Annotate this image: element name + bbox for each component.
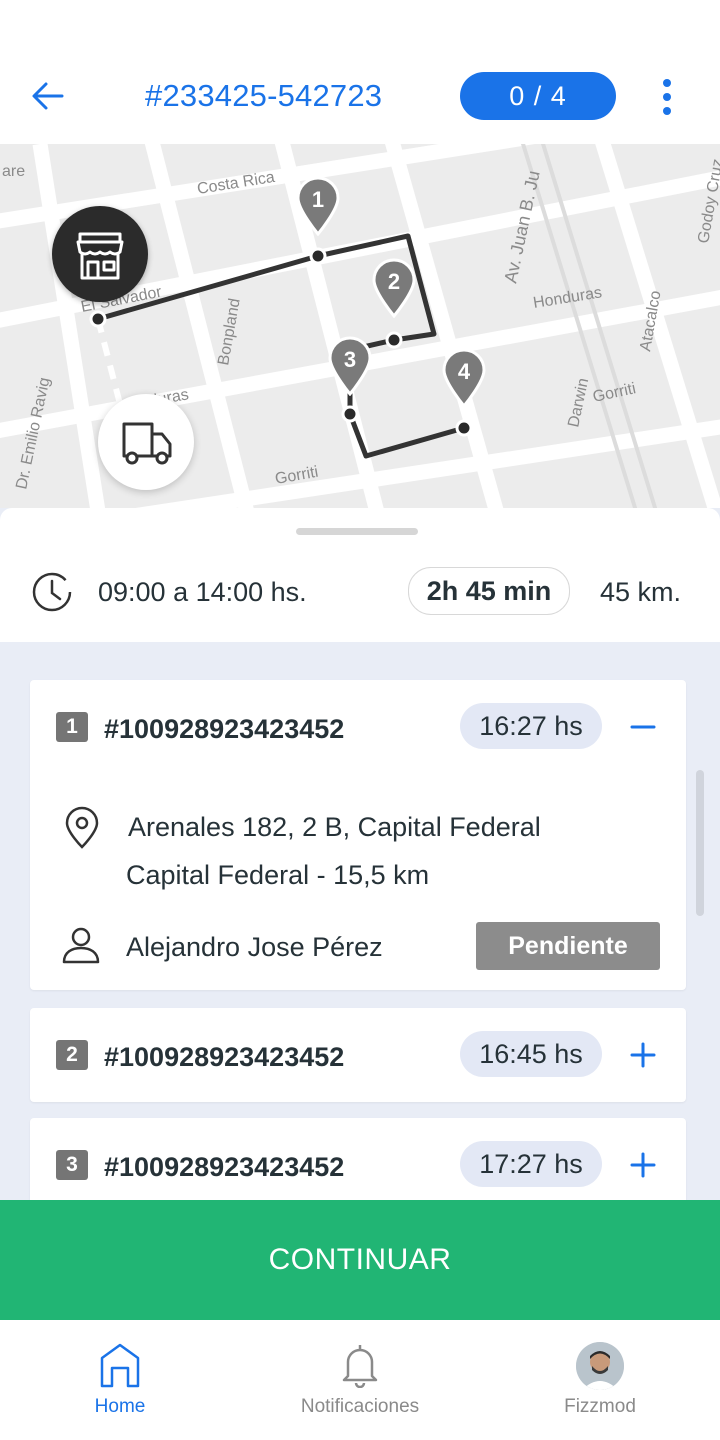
- stop-card-3[interactable]: 3 #100928923423452 17:27 hs: [30, 1118, 686, 1212]
- person-icon: [62, 927, 100, 964]
- map-marker-3[interactable]: 3: [326, 334, 374, 396]
- map-marker-1[interactable]: 1: [294, 174, 342, 236]
- progress-badge: 0 / 4: [460, 72, 616, 120]
- drag-handle[interactable]: [296, 528, 418, 535]
- expand-plus-icon[interactable]: [628, 1040, 658, 1070]
- route-id-title: #233425-542723: [145, 78, 383, 113]
- stop-code: #100928923423452: [104, 1152, 345, 1182]
- home-icon: [100, 1343, 140, 1388]
- address-line-1: Arenales 182, 2 B, Capital Federal: [128, 812, 541, 842]
- location-pin-icon: [65, 806, 99, 849]
- stop-card-1[interactable]: 1 #100928923423452 16:27 hs Arenales 182…: [30, 680, 686, 990]
- expand-plus-icon[interactable]: [628, 1150, 658, 1180]
- recipient-name: Alejandro Jose Pérez: [126, 932, 383, 962]
- nav-item-profile[interactable]: Fizzmod: [480, 1320, 720, 1440]
- back-button[interactable]: [28, 76, 68, 116]
- street-label: are: [2, 163, 25, 180]
- stop-number: 1: [56, 712, 88, 742]
- top-app-bar: #233425-542723 0 / 4: [0, 0, 720, 144]
- nav-label-profile: Fizzmod: [564, 1396, 636, 1417]
- avatar: [576, 1342, 624, 1390]
- bell-icon: [342, 1345, 378, 1388]
- map-marker-4[interactable]: 4: [440, 346, 488, 408]
- stop-number: 3: [56, 1150, 88, 1180]
- stop-code: #100928923423452: [104, 1042, 345, 1072]
- continue-button[interactable]: CONTINUAR: [0, 1200, 720, 1320]
- nav-label-notifications: Notificaciones: [300, 1396, 420, 1417]
- route-distance: 45 km.: [600, 577, 682, 607]
- bottom-navigation: Home Notificaciones Fizzmod: [0, 1320, 720, 1440]
- status-badge: Pendiente: [476, 922, 660, 970]
- stop-number: 2: [56, 1040, 88, 1070]
- duration-chip: 2h 45 min: [408, 567, 570, 615]
- stop-card-2[interactable]: 2 #100928923423452 16:45 hs: [30, 1008, 686, 1102]
- map-marker-2[interactable]: 2: [370, 256, 418, 318]
- arrow-left-icon: [32, 82, 64, 110]
- svg-text:3: 3: [344, 347, 356, 372]
- more-options-button[interactable]: [650, 76, 684, 118]
- nav-item-notifications[interactable]: Notificaciones: [240, 1320, 480, 1440]
- time-window: 09:00 a 14:00 hs.: [98, 577, 307, 607]
- route-summary-sheet: 09:00 a 14:00 hs. 2h 45 min 45 km.: [0, 508, 720, 642]
- origin-store-marker[interactable]: [52, 206, 148, 302]
- route-map[interactable]: Costa Rica El Salvador Bonpland duras Av…: [0, 144, 720, 508]
- list-scrollbar[interactable]: [696, 770, 704, 916]
- clock-icon: [32, 572, 72, 612]
- eta-pill: 16:27 hs: [460, 703, 602, 749]
- more-vertical-icon: [663, 79, 671, 115]
- nav-item-home[interactable]: Home: [0, 1320, 240, 1440]
- store-icon: [76, 232, 124, 280]
- svg-text:4: 4: [458, 359, 471, 384]
- address-line-2: Capital Federal - 15,5 km: [126, 860, 430, 890]
- eta-pill: 17:27 hs: [460, 1141, 602, 1187]
- nav-label-home: Home: [94, 1396, 146, 1417]
- truck-icon: [122, 422, 172, 465]
- vehicle-marker[interactable]: [98, 394, 194, 490]
- eta-pill: 16:45 hs: [460, 1031, 602, 1077]
- svg-text:1: 1: [312, 187, 324, 212]
- user-avatar-icon: [576, 1342, 624, 1390]
- collapse-minus-icon[interactable]: [628, 712, 658, 742]
- svg-text:2: 2: [388, 269, 400, 294]
- stop-code: #100928923423452: [104, 714, 345, 744]
